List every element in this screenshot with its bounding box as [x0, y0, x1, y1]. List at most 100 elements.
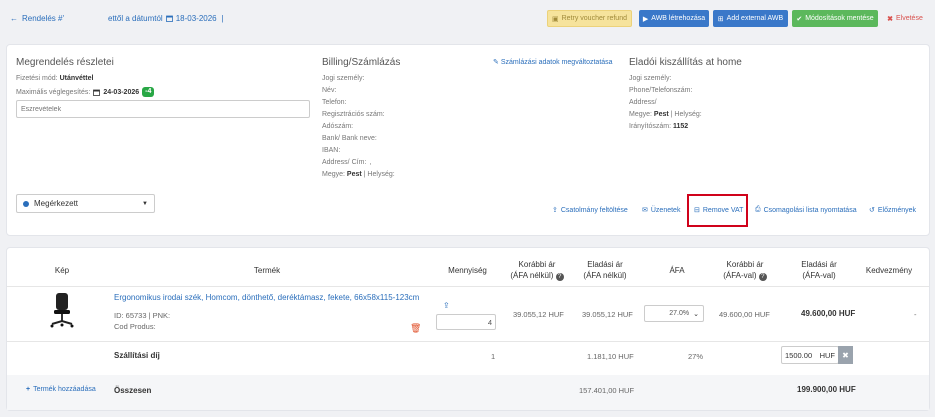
field-row: Regisztrációs szám:: [322, 111, 388, 118]
order-date: ettől a dátumtól 18-03-2026 |: [108, 14, 224, 23]
max-finalize: Maximális véglegesítés: 24-03-2026 -4: [16, 87, 155, 97]
deadline-label: Maximális véglegesítés:: [16, 88, 91, 96]
city-label: | Helység:: [363, 171, 395, 178]
field-row: Adószám:: [322, 123, 356, 130]
cancel-button[interactable]: ✖ Elvetése: [884, 10, 926, 27]
notes-input[interactable]: [16, 100, 310, 118]
header-prev-gross: Korábbi ár (ÁFA-val) ?: [715, 259, 775, 281]
shipping-title: Eladói kiszállítás at home: [629, 57, 742, 68]
row-divider: [7, 341, 929, 342]
field-label: Regisztrációs szám:: [322, 111, 385, 118]
order-number: Rendelés #': [22, 14, 64, 23]
header-discount: Kedvezmény: [865, 266, 913, 275]
vat-select[interactable]: 27.0% ⌄: [644, 305, 704, 322]
shipping-vat: 27%: [688, 352, 704, 361]
create-awb-button[interactable]: ▶ AWB létrehozása: [639, 10, 709, 27]
field-row: Név:: [322, 87, 339, 94]
header-prev-net-text: (ÁFA nélkül): [510, 271, 554, 280]
header-sale-gross-line1: Eladási ár: [801, 260, 837, 269]
field-label: Address/ Cím:: [322, 159, 367, 166]
packing-list-link[interactable]: ⎙ Csomagolási lista nyomtatása: [755, 206, 857, 214]
product-image[interactable]: [47, 291, 77, 331]
qty-input[interactable]: 4: [436, 314, 496, 330]
question-circle-icon[interactable]: ?: [758, 273, 767, 281]
packing-label: Csomagolási lista nyomtatása: [763, 206, 857, 214]
total-sale-gross: 199.900,00 HUF: [797, 385, 856, 394]
close-icon: ✖: [887, 15, 893, 23]
plus-icon: +: [26, 386, 31, 393]
retry-label: Retry voucher refund: [561, 15, 627, 22]
edit-billing-link[interactable]: ✎ Számlázási adatok megváltoztatása: [493, 58, 613, 67]
shipping-zip: Irányítószám: 1152: [629, 123, 688, 130]
product-prev-net: 39.055,12 HUF: [513, 310, 564, 319]
product-sale-net: 39.055,12 HUF: [582, 310, 633, 319]
field-label: Telefon:: [322, 99, 347, 106]
awb-create-label: AWB létrehozása: [651, 15, 706, 22]
upload-icon: ⇪: [552, 207, 558, 214]
product-name-link[interactable]: Ergonomikus irodai szék, Homcom, dönthet…: [114, 293, 419, 302]
top-bar: ← Rendelés #' ettől a dátumtól 18-03-202…: [0, 0, 935, 38]
save-changes-button[interactable]: ✔ Módosítások mentése: [792, 10, 878, 27]
header-prev-gross-line1: Korábbi ár: [726, 260, 764, 269]
field-label: Jogi személy:: [322, 75, 365, 82]
field-row: Jogi személy:: [629, 75, 674, 82]
add-product-label: Termék hozzáadása: [33, 386, 96, 393]
field-label: Address/: [629, 99, 657, 106]
awb-external-label: Add external AWB: [726, 15, 784, 22]
zip-label: Irányítószám:: [629, 123, 672, 130]
field-label: Phone/Telefonszám:: [629, 87, 693, 94]
product-discount: -: [914, 310, 917, 319]
edit-icon: ✎: [493, 59, 499, 66]
add-external-awb-button[interactable]: ⊞ Add external AWB: [713, 10, 788, 27]
status-dot-icon: [23, 200, 29, 207]
field-label: Bank/ Bank neve:: [322, 135, 377, 142]
messages-link[interactable]: ✉ Üzenetek: [642, 206, 680, 215]
back-link[interactable]: ← Rendelés #': [10, 14, 64, 23]
deadline-value: 24-03-2026: [103, 88, 140, 96]
payment-value: Utánvéttel: [59, 75, 94, 82]
field-label: Név:: [322, 87, 337, 94]
minus-square-icon: ⊟: [694, 207, 700, 214]
header-prev-net: Korábbi ár (ÁFA nélkül) ?: [502, 259, 572, 281]
upload-qty-icon[interactable]: ⇪: [443, 301, 450, 310]
payment-label: Fizetési mód:: [16, 75, 58, 82]
chevron-down-icon: ⌄: [693, 310, 699, 318]
trash-icon[interactable]: 🗑: [410, 323, 421, 334]
upload-label: Csatolmány feltöltése: [560, 206, 628, 214]
shipping-gross-value: 1500.00: [785, 350, 813, 360]
shipping-county-label: Megye:: [629, 111, 652, 118]
field-row: Jogi személy:: [322, 75, 367, 82]
clear-shipping-button[interactable]: ✖: [838, 346, 853, 364]
history-link[interactable]: ↺ Előzmények: [869, 206, 916, 215]
county-value: Pest: [346, 171, 362, 178]
products-card: Kép Termék Mennyiség Korábbi ár (ÁFA nél…: [6, 247, 930, 411]
product-sale-gross: 49.600,00 HUF: [801, 309, 856, 318]
retry-voucher-button[interactable]: ▣ Retry voucher refund: [547, 10, 632, 27]
remove-vat-label: Remove VAT: [702, 206, 744, 214]
total-label: Összesen: [114, 386, 152, 395]
calendar-icon: [165, 15, 173, 22]
envelope-icon: ✉: [642, 207, 648, 214]
shipping-gross-input[interactable]: 1500.00 HUF: [781, 346, 839, 364]
add-product-link[interactable]: + Termék hozzáadása: [26, 386, 96, 393]
date-label: ettől a dátumtól: [108, 14, 163, 23]
remove-vat-link[interactable]: ⊟ Remove VAT: [694, 206, 744, 215]
check-circle-icon: ✔: [796, 15, 803, 23]
shipping-currency: HUF: [819, 350, 835, 360]
history-icon: ↺: [869, 207, 875, 214]
upload-attachment-link[interactable]: ⇪ Csatolmány feltöltése: [552, 206, 628, 215]
billing-county: Megye: Pest | Helység:: [322, 171, 395, 178]
header-sale-net-line2: (ÁFA nélkül): [583, 271, 627, 280]
field-label: IBAN:: [322, 147, 341, 154]
product-code: Cod Produs:: [114, 322, 156, 331]
question-circle-icon[interactable]: ?: [555, 273, 564, 281]
edit-billing-label: Számlázási adatok megváltoztatása: [500, 58, 613, 66]
shipping-qty: 1: [491, 352, 496, 361]
payment-method: Fizetési mód: Utánvéttel: [16, 75, 93, 82]
header-sale-gross: Eladási ár (ÁFA-val): [789, 259, 849, 281]
field-row: Bank/ Bank neve:: [322, 135, 380, 142]
shipping-sale-net: 1.181,10 HUF: [587, 352, 634, 361]
status-select[interactable]: Megérkezett ▼: [16, 194, 155, 213]
field-row: Address/ Cím:,: [322, 159, 371, 166]
vat-value: 27.0%: [669, 310, 690, 317]
